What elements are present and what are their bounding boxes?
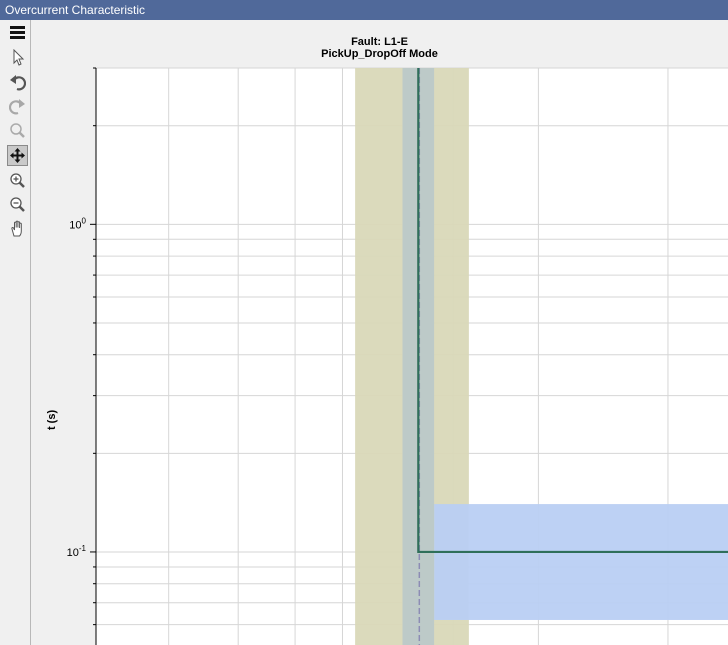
cursor-arrow-icon — [13, 49, 25, 66]
undo-button[interactable] — [7, 72, 28, 93]
plot-toolbar — [4, 20, 31, 645]
zoom-out-icon — [10, 197, 25, 212]
overcurrent-chart[interactable]: 10010-1t (s) — [31, 20, 728, 645]
hand-icon — [11, 220, 22, 237]
window-title-bar: Overcurrent Characteristic — [0, 0, 728, 20]
zoom-in-button[interactable] — [7, 170, 28, 191]
undo-icon — [10, 75, 26, 91]
y-tick-label: 100 — [69, 216, 86, 231]
time-tolerance-band — [434, 504, 728, 620]
move-arrows-icon — [10, 148, 25, 163]
hand-tool-button[interactable] — [7, 218, 28, 239]
y-tick-label-exponent: -1 — [79, 544, 87, 553]
y-tick-label-exponent: 0 — [82, 216, 87, 225]
hamburger-menu-icon — [10, 26, 25, 39]
y-axis-label: t (s) — [46, 410, 58, 431]
redo-icon — [9, 99, 25, 115]
y-tick-label-base: 10 — [67, 547, 79, 559]
y-tick-label-base: 10 — [69, 219, 81, 231]
redo-button[interactable] — [7, 96, 28, 117]
zoom-tool-button[interactable] — [7, 120, 28, 141]
menu-button[interactable] — [7, 22, 28, 43]
y-tick-label: 10-1 — [67, 544, 87, 559]
pan-tool-button[interactable] — [7, 145, 28, 166]
zoom-out-button[interactable] — [7, 194, 28, 215]
select-tool-button[interactable] — [7, 47, 28, 68]
plot-area[interactable]: Fault: L1-E PickUp_DropOff Mode 100 10-1 t… — [31, 20, 728, 645]
window-title: Overcurrent Characteristic — [5, 3, 146, 17]
zoom-in-icon — [10, 173, 25, 188]
magnifier-icon — [10, 123, 25, 138]
